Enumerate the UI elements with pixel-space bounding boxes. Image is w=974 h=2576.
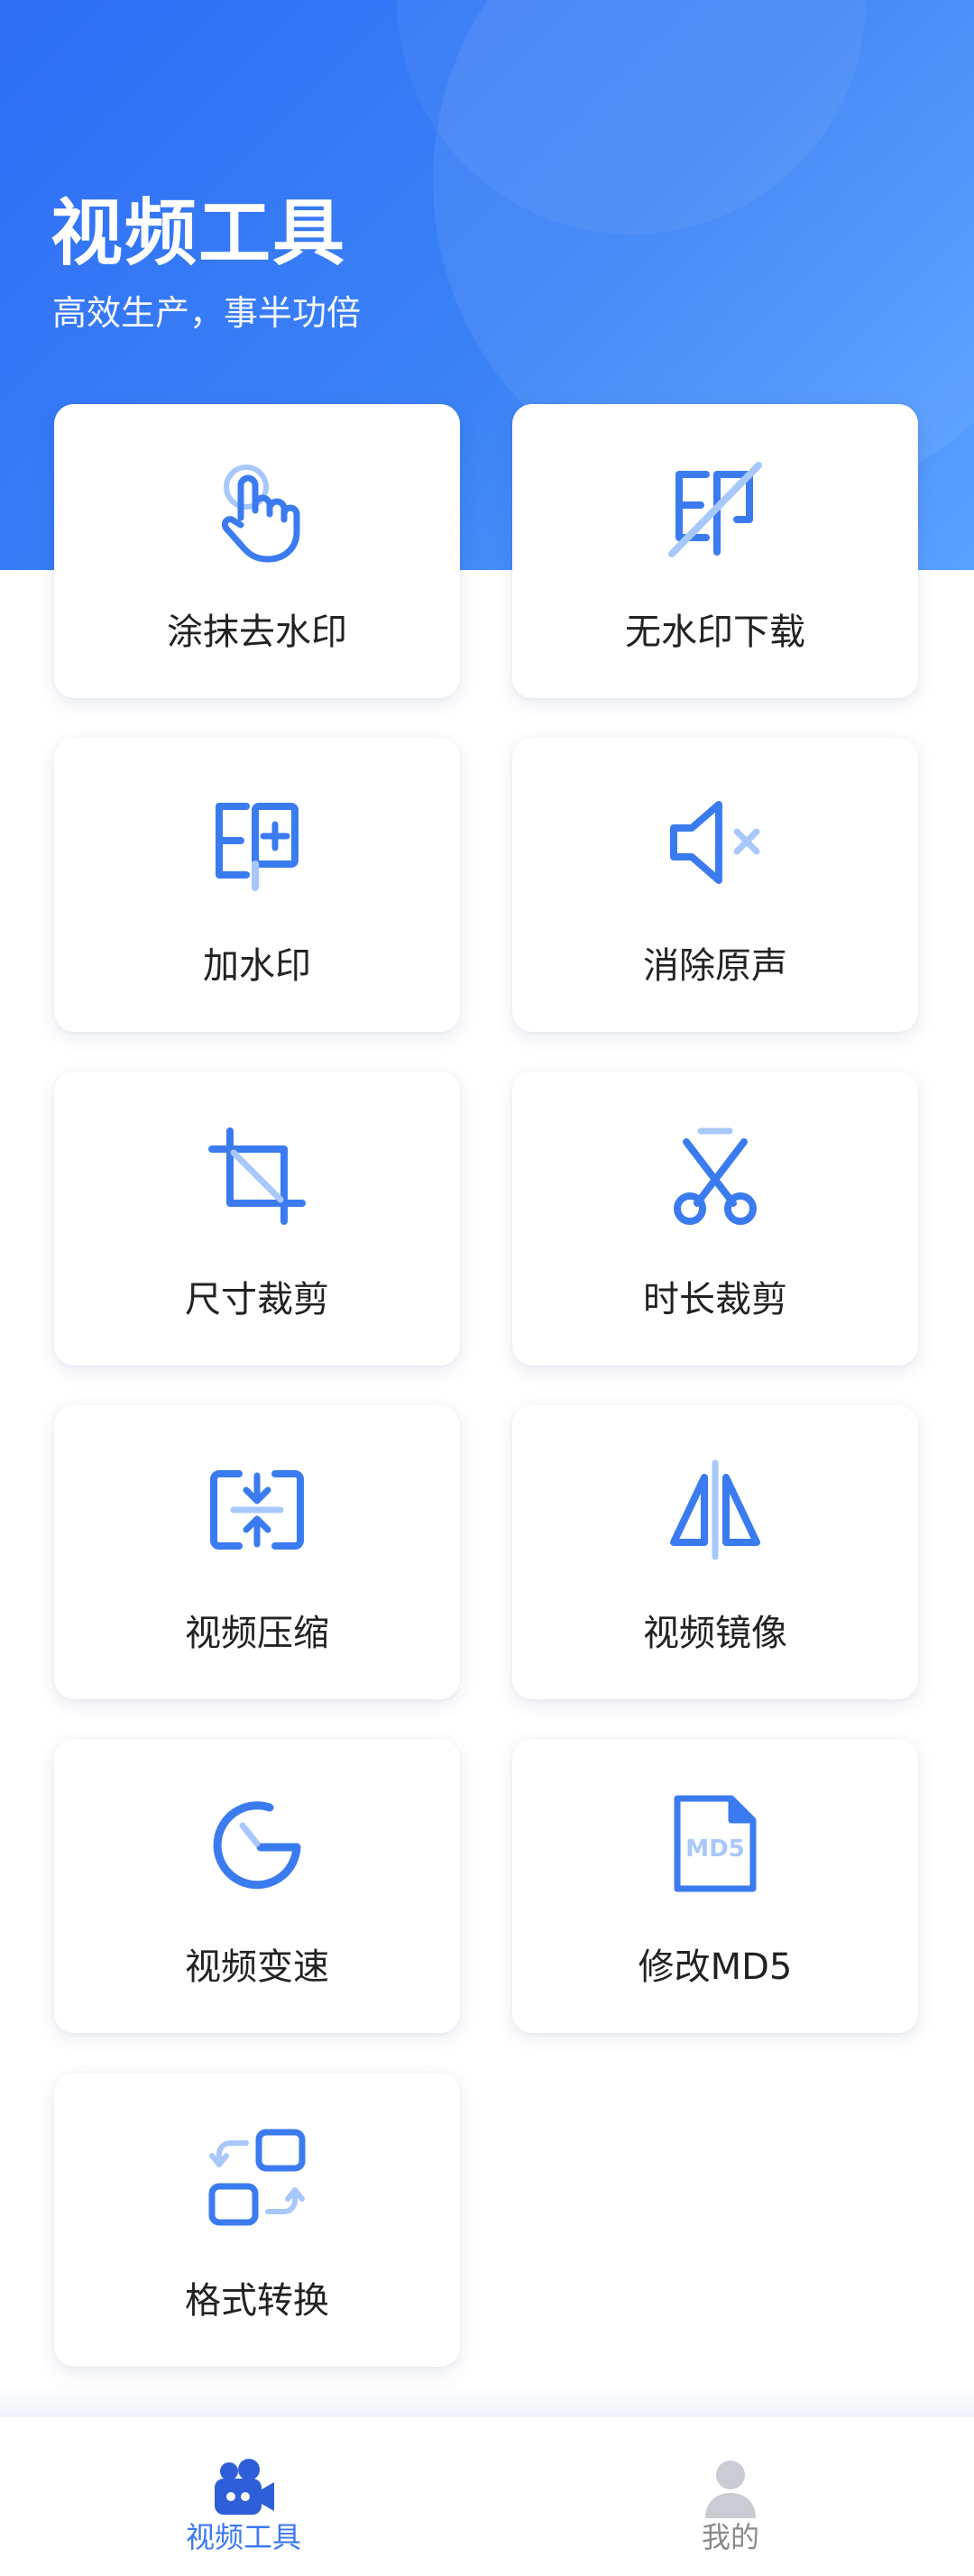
compress-icon xyxy=(210,1470,304,1550)
tool-card-download-no-watermark[interactable]: 无水印下载 xyxy=(512,404,918,698)
tool-card-video-speed[interactable]: 视频变速 xyxy=(54,1739,460,2033)
tool-label: 视频变速 xyxy=(185,1946,329,1988)
tool-label: 修改MD5 xyxy=(638,1946,793,1988)
page-title: 视频工具 xyxy=(51,191,346,275)
tool-card-add-watermark[interactable]: 加水印 xyxy=(54,738,460,1032)
tab-label: 我的 xyxy=(701,2520,759,2554)
watermark-add-icon xyxy=(216,803,299,891)
tab-label: 视频工具 xyxy=(185,2520,301,2554)
tool-label: 时长裁剪 xyxy=(643,1279,787,1320)
tool-card-modify-md5[interactable]: MD5 修改MD5 xyxy=(512,1739,918,2033)
tool-label: 加水印 xyxy=(203,945,311,987)
tool-card-video-mirror[interactable]: 视频镜像 xyxy=(512,1405,918,1699)
tool-card-smear-remove-watermark[interactable]: 涂抹去水印 xyxy=(54,404,460,698)
video-camera-icon xyxy=(215,2459,274,2515)
tab-video-tools[interactable]: 视频工具 xyxy=(0,2417,487,2576)
mute-icon xyxy=(670,801,760,884)
tool-card-duration-trim[interactable]: 时长裁剪 xyxy=(512,1072,918,1366)
tab-mine[interactable]: 我的 xyxy=(487,2417,974,2576)
tool-card-size-crop[interactable]: 尺寸裁剪 xyxy=(54,1072,460,1366)
tool-label: 视频镜像 xyxy=(643,1613,787,1654)
convert-icon xyxy=(208,2129,306,2226)
tool-label: 涂抹去水印 xyxy=(167,612,347,653)
tabbar-shadow xyxy=(0,2381,974,2417)
mirror-icon xyxy=(670,1459,760,1560)
scissors-icon xyxy=(674,1127,757,1225)
tool-label: 视频压缩 xyxy=(185,1613,329,1654)
md5-icon-text: MD5 xyxy=(685,1835,745,1863)
tool-label: 消除原声 xyxy=(643,945,787,987)
bottom-tab-bar: 视频工具 我的 xyxy=(0,2417,974,2576)
crop-icon xyxy=(208,1127,306,1225)
page-subtitle: 高效生产，事半功倍 xyxy=(52,293,362,333)
tool-label: 格式转换 xyxy=(185,2280,329,2322)
tool-label: 尺寸裁剪 xyxy=(185,1279,329,1320)
tool-card-format-convert[interactable]: 格式转换 xyxy=(54,2073,460,2367)
speed-icon xyxy=(213,1801,301,1890)
tool-label: 无水印下载 xyxy=(625,612,805,653)
tool-card-remove-audio[interactable]: 消除原声 xyxy=(512,738,918,1032)
tool-card-video-compress[interactable]: 视频压缩 xyxy=(54,1405,460,1699)
hand-tap-icon xyxy=(221,465,300,563)
user-icon xyxy=(705,2461,756,2518)
md5-file-icon: MD5 xyxy=(674,1795,757,1892)
watermark-off-icon xyxy=(668,462,762,557)
